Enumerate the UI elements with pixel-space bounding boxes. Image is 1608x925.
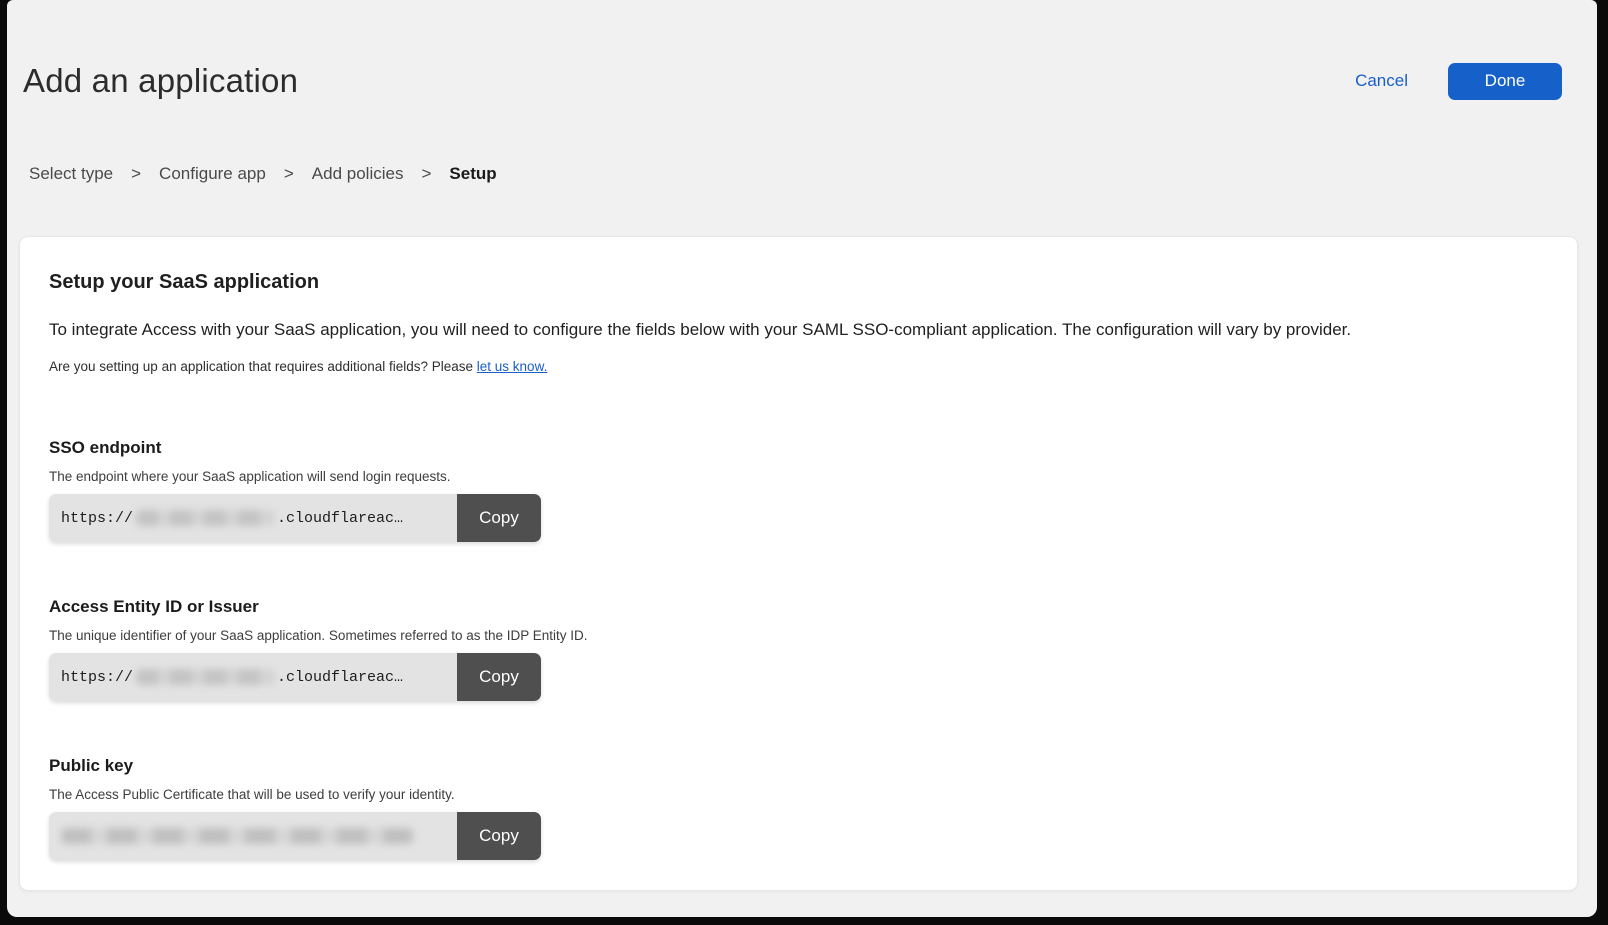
sso-endpoint-value-suffix: .cloudflareac… <box>277 510 403 527</box>
card-heading: Setup your SaaS application <box>49 270 1548 294</box>
sso-endpoint-title: SSO endpoint <box>49 438 1548 458</box>
breadcrumb-step-setup: Setup <box>449 164 496 184</box>
breadcrumb: Select type > Configure app > Add polici… <box>29 164 1597 184</box>
public-key-value-field[interactable] <box>49 812 457 860</box>
entity-id-copy-row: https:// .cloudflareac… Copy <box>49 653 541 701</box>
entity-id-copy-button[interactable]: Copy <box>457 653 541 701</box>
redacted-value-blur <box>136 510 274 526</box>
sso-endpoint-value-field[interactable]: https:// .cloudflareac… <box>49 494 457 542</box>
note-text: Are you setting up an application that r… <box>49 359 477 374</box>
breadcrumb-step-select-type[interactable]: Select type <box>29 164 113 184</box>
sso-endpoint-copy-row: https:// .cloudflareac… Copy <box>49 494 541 542</box>
redacted-value-blur <box>136 669 274 685</box>
sso-endpoint-copy-button[interactable]: Copy <box>457 494 541 542</box>
entity-id-value-prefix: https:// <box>61 669 133 686</box>
breadcrumb-separator: > <box>284 164 294 184</box>
page-title: Add an application <box>23 60 1355 102</box>
breadcrumb-separator: > <box>131 164 141 184</box>
public-key-section: Public key The Access Public Certificate… <box>49 756 1548 860</box>
entity-id-section: Access Entity ID or Issuer The unique id… <box>49 597 1548 701</box>
sso-endpoint-description: The endpoint where your SaaS application… <box>49 469 1548 485</box>
setup-card: Setup your SaaS application To integrate… <box>19 236 1578 891</box>
redacted-value-blur <box>61 828 413 844</box>
entity-id-value-field[interactable]: https:// .cloudflareac… <box>49 653 457 701</box>
entity-id-description: The unique identifier of your SaaS appli… <box>49 628 1548 644</box>
card-note: Are you setting up an application that r… <box>49 359 1548 375</box>
public-key-copy-button[interactable]: Copy <box>457 812 541 860</box>
breadcrumb-step-add-policies[interactable]: Add policies <box>312 164 404 184</box>
page-header: Add an application Cancel Done <box>7 0 1597 102</box>
entity-id-value-suffix: .cloudflareac… <box>277 669 403 686</box>
public-key-title: Public key <box>49 756 1548 776</box>
breadcrumb-separator: > <box>421 164 431 184</box>
public-key-copy-row: Copy <box>49 812 541 860</box>
done-button[interactable]: Done <box>1448 63 1562 100</box>
card-intro: To integrate Access with your SaaS appli… <box>49 320 1548 340</box>
breadcrumb-step-configure-app[interactable]: Configure app <box>159 164 266 184</box>
public-key-description: The Access Public Certificate that will … <box>49 787 1548 803</box>
sso-endpoint-value-prefix: https:// <box>61 510 133 527</box>
cancel-button[interactable]: Cancel <box>1355 71 1408 91</box>
app-window: Add an application Cancel Done Select ty… <box>7 0 1597 917</box>
sso-endpoint-section: SSO endpoint The endpoint where your Saa… <box>49 438 1548 542</box>
let-us-know-link[interactable]: let us know. <box>477 359 548 374</box>
header-actions: Cancel Done <box>1355 63 1562 100</box>
entity-id-title: Access Entity ID or Issuer <box>49 597 1548 617</box>
